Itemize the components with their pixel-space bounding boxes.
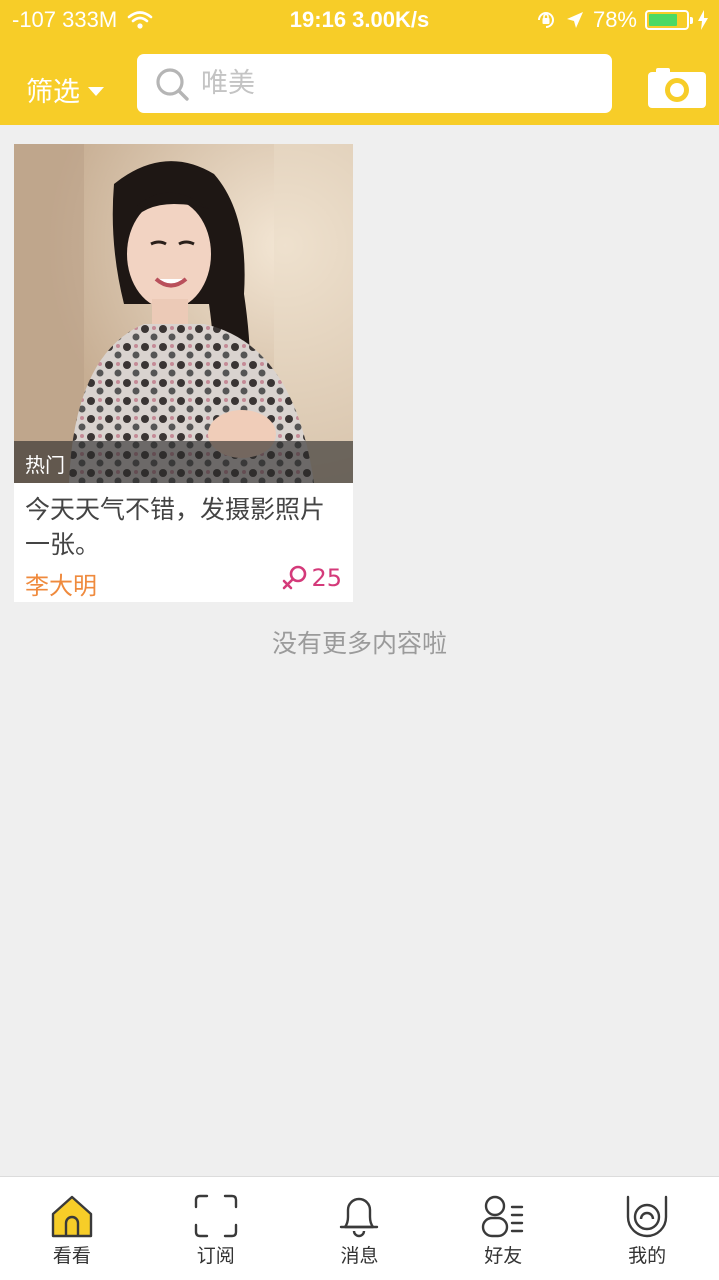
tab-messages[interactable]: 消息	[288, 1177, 432, 1280]
tab-label: 订阅	[196, 1245, 235, 1267]
friends-icon	[482, 1195, 524, 1238]
post-photo[interactable]: 热门	[14, 144, 353, 483]
tab-label: 消息	[340, 1245, 379, 1267]
feed-card[interactable]: 热门 今天天气不错，发摄影照片一张。 李大明 25	[14, 144, 353, 602]
battery-fill	[649, 14, 678, 26]
post-caption: 今天天气不错，发摄影照片一张。	[25, 495, 326, 559]
author-age: 25	[311, 564, 342, 592]
tab-subscribe[interactable]: 订阅	[144, 1177, 288, 1280]
tab-label: 看看	[52, 1245, 91, 1267]
tab-kankan[interactable]: 看看	[0, 1177, 144, 1280]
top-nav: 筛选	[0, 40, 719, 125]
female-icon	[283, 565, 307, 590]
gender-age-badge: 25	[281, 564, 342, 592]
bell-icon	[340, 1197, 379, 1238]
scan-frame-icon	[194, 1194, 237, 1238]
tab-friends[interactable]: 好友	[431, 1177, 575, 1280]
tab-mine[interactable]: 我的	[575, 1177, 719, 1280]
end-of-list-text: 没有更多内容啦	[271, 629, 447, 658]
battery-icon	[645, 10, 693, 30]
profile-icon	[626, 1195, 668, 1238]
tab-label: 好友	[484, 1245, 523, 1267]
hot-tag: 热门	[25, 453, 65, 477]
tab-label: 我的	[628, 1245, 667, 1267]
search-bar[interactable]	[137, 54, 612, 113]
status-bar: -107 333M 19:16 3.00K/s 78%	[0, 0, 719, 40]
chevron-down-icon	[88, 86, 104, 96]
search-input[interactable]	[201, 68, 581, 99]
tag-bar: 热门	[14, 441, 353, 483]
location-arrow-icon	[566, 12, 583, 28]
status-right: 78%	[535, 7, 709, 33]
portrait-image	[14, 144, 353, 483]
filter-label: 筛选	[26, 77, 80, 108]
home-icon	[51, 1195, 93, 1238]
camera-icon[interactable]	[648, 66, 706, 108]
bottom-tab-bar: 看看 订阅 消息 好友 我的	[0, 1176, 719, 1280]
orientation-lock-icon	[537, 12, 554, 28]
filter-button[interactable]: 筛选	[26, 70, 104, 109]
battery-percent: 78%	[592, 7, 637, 32]
search-icon	[156, 67, 189, 101]
charging-bolt-icon	[698, 10, 708, 30]
author-name[interactable]: 李大明	[25, 566, 97, 601]
